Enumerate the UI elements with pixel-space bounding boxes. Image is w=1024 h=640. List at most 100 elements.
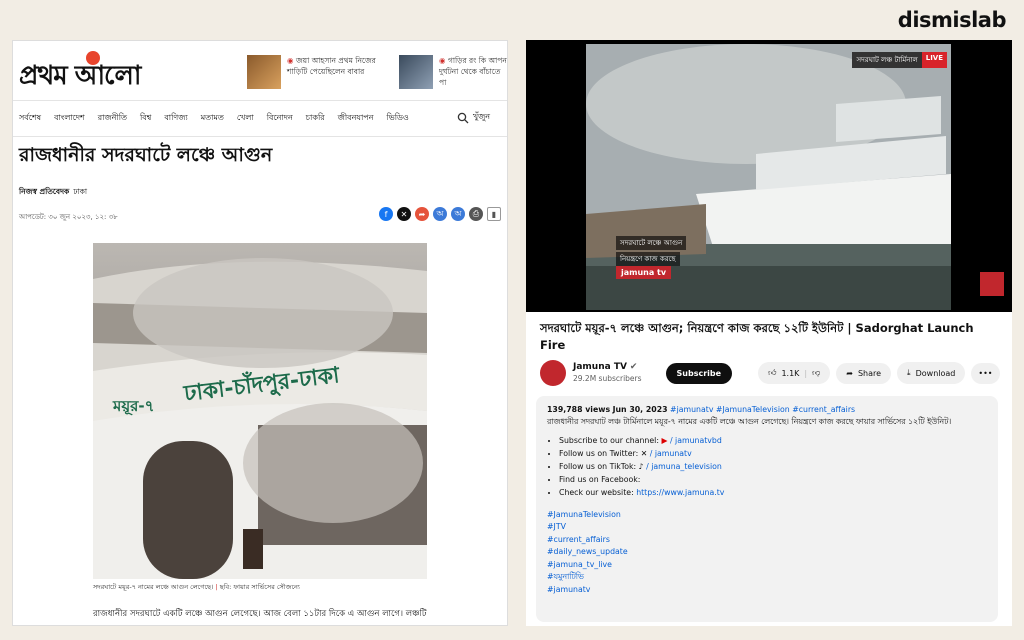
download-label: Download <box>915 368 956 378</box>
channel-avatar[interactable] <box>540 360 566 386</box>
font-size-small-icon[interactable]: অ <box>451 207 465 221</box>
more-actions-button[interactable]: ••• <box>971 362 1000 384</box>
youtube-icon: ▶ <box>661 436 668 445</box>
link-value[interactable]: / jamunatv <box>650 449 692 458</box>
nav-item[interactable]: খেলা <box>237 112 254 125</box>
nav-item[interactable]: ভিডিও <box>386 112 408 125</box>
lower-third: সদরঘাটে লঞ্চে আগুন নিয়ন্ত্রণে কাজ করছে <box>616 236 687 268</box>
list-item: Follow us on TikTok: ♪ / jamuna_televisi… <box>559 461 987 473</box>
search-label: খুঁজুন <box>472 112 490 121</box>
link-value[interactable]: / jamuna_television <box>646 462 722 471</box>
description-text: রাজধানীর সদরঘাট লঞ্চ টার্মিনালে ময়ূর-৭ … <box>547 416 952 426</box>
share-label: Share <box>857 368 882 378</box>
upload-date: Jun 30, 2023 <box>612 405 668 414</box>
site-header: প্রথম আলো ◉ জয়া আহসান প্রথম নিজের শাড়ি… <box>13 41 507 101</box>
teaser-thumbnail <box>399 55 433 89</box>
list-item: Find us on Facebook: <box>559 474 987 486</box>
link-label: Follow us on TikTok: <box>559 462 637 471</box>
video-frame[interactable]: সদরঘাট লঞ্চ টার্মিনাল LIVE সদরঘাটে লঞ্চে… <box>586 44 951 310</box>
subscriber-count: 29.2M subscribers <box>573 374 642 383</box>
caption-credit: ছবি: ফায়ার সার্ভিসের সৌজন্যে <box>219 583 300 591</box>
link-value[interactable]: / jamunatvbd <box>670 436 722 445</box>
verified-icon: ✔ <box>629 362 638 372</box>
article-photo: ময়ূর-৭ ঢাকা-চাঁদপুর-ঢাকা <box>93 243 427 579</box>
launch-name-text: ময়ূর-৭ <box>112 397 154 417</box>
x-icon: ✕ <box>640 449 648 458</box>
subscribe-button[interactable]: Subscribe <box>665 362 733 384</box>
caption-text: সদরঘাটে ময়ূর-৭ নামের লঞ্চে আগুন লেগেছে। <box>93 583 214 591</box>
nav-item[interactable]: রাজনীতি <box>98 112 127 125</box>
nav-item[interactable]: জীবনযাপন <box>338 112 374 125</box>
jamuna-tv-logo: jamuna tv <box>616 266 672 279</box>
thumbs-up-icon: 👍︎ <box>768 368 777 377</box>
teaser-text: গাড়ির রং কি আপন দুর্ঘটনা থেকে বাঁচাতে প… <box>439 56 507 87</box>
facebook-share-icon[interactable]: f <box>379 207 393 221</box>
channel-name[interactable]: Jamuna TV <box>573 362 627 372</box>
youtube-video-page: সদরঘাট লঞ্চ টার্মিনাল LIVE সদরঘাটে লঞ্চে… <box>526 40 1012 626</box>
video-title: সদরঘাটে ময়ূর-৭ লঞ্চে আগুন; নিয়ন্ত্রণে … <box>540 321 974 352</box>
channel-info: Jamuna TV ✔ 29.2M subscribers <box>573 361 642 385</box>
channel-row: Jamuna TV ✔ 29.2M subscribers Subscribe … <box>540 360 1000 386</box>
prothom-alo-article: প্রথম আলো ◉ জয়া আহসান প্রথম নিজের শাড়ি… <box>12 40 508 626</box>
font-size-icon[interactable]: অ <box>433 207 447 221</box>
teaser-text: জয়া আহসান প্রথম নিজের শাড়িটি পেয়েছিলে… <box>287 56 376 76</box>
main-nav: সর্বশেষ বাংলাদেশ রাজনীতি বিশ্ব বাণিজ্য ম… <box>13 101 507 137</box>
download-button[interactable]: ⤓ Download <box>897 362 966 384</box>
dateline: আপডেট: ৩০ জুন ২০২৩, ১২: ৩৮ f ✕ ➦ অ অ ⎙ ▮ <box>13 199 507 227</box>
tiktok-icon: ♪ <box>638 462 644 471</box>
share-bar: f ✕ ➦ অ অ ⎙ ▮ <box>379 207 501 221</box>
video-description[interactable]: 139,788 views Jun 30, 2023 #jamunatv #Ja… <box>536 396 998 622</box>
hashtag-link[interactable]: #jamuna_tv_live <box>547 559 987 572</box>
author[interactable]: নিজস্ব প্রতিবেদক <box>19 187 69 199</box>
list-item: Check our website: https://www.jamuna.tv <box>559 487 987 499</box>
like-divider: | <box>804 368 808 378</box>
hashtag-link[interactable]: #JamunaTelevision <box>547 509 987 522</box>
share-icon[interactable]: ➦ <box>415 207 429 221</box>
nav-item[interactable]: বাণিজ্য <box>164 112 187 125</box>
like-button[interactable]: 👍︎ 1.1K | 👎︎ <box>758 362 831 384</box>
view-count: 139,788 views <box>547 405 611 414</box>
hashtag-link[interactable]: #jamunatv <box>547 584 987 597</box>
lower-third-line: সদরঘাটে লঞ্চে আগুন <box>616 236 687 250</box>
link-label: Subscribe to our channel: <box>559 436 659 445</box>
live-label: LIVE <box>921 52 947 68</box>
byline: নিজস্ব প্রতিবেদক ঢাকা <box>13 167 507 199</box>
description-links: Subscribe to our channel: ▶ / jamunatvbd… <box>559 435 987 499</box>
more-icon: ••• <box>978 368 993 378</box>
site-logo[interactable]: প্রথম আলো <box>19 55 141 99</box>
link-value[interactable]: https://www.jamuna.tv <box>636 488 724 497</box>
photo-caption: সদরঘাটে ময়ূর-৭ নামের লঞ্চে আগুন লেগেছে।… <box>93 582 427 593</box>
publish-date: আপডেট: ৩০ জুন ২০২৩, ১২: ৩৮ <box>19 213 118 221</box>
nav-item[interactable]: মতামত <box>201 112 224 125</box>
article-body: রাজধানীর সদরঘাটে একটি লঞ্চে আগুন লেগেছে।… <box>93 609 427 619</box>
video-player[interactable]: সদরঘাট লঞ্চ টার্মিনাল LIVE সদরঘাটে লঞ্চে… <box>526 40 1012 312</box>
print-icon[interactable]: ⎙ <box>469 207 483 221</box>
live-badge: সদরঘাট লঞ্চ টার্মিনাল LIVE <box>852 52 947 68</box>
header-teaser-2[interactable]: ◉ গাড়ির রং কি আপন দুর্ঘটনা থেকে বাঁচাতে… <box>399 55 507 89</box>
hashtag-link[interactable]: #current_affairs <box>547 534 987 547</box>
search-button[interactable]: খুঁজুন <box>457 111 503 124</box>
hashtag-link[interactable]: #JTV <box>547 521 987 534</box>
nav-item[interactable]: বিশ্ব <box>140 112 151 125</box>
nav-item[interactable]: বিনোদন <box>267 112 293 125</box>
nav-item[interactable]: বাংলাদেশ <box>54 112 85 125</box>
hashtag-link[interactable]: #যমুনাটিভি <box>547 571 987 584</box>
top-hashtags[interactable]: #jamunatv #JamunaTelevision #current_aff… <box>670 405 855 414</box>
share-button[interactable]: ➦ Share <box>836 362 892 384</box>
thumbs-down-icon[interactable]: 👎︎ <box>812 368 820 378</box>
teaser-thumbnail <box>247 55 281 89</box>
header-teaser-1[interactable]: ◉ জয়া আহসান প্রথম নিজের শাড়িটি পেয়েছি… <box>247 55 387 89</box>
download-icon: ⤓ <box>907 368 911 377</box>
author-location: ঢাকা <box>73 187 88 196</box>
channel-watermark-icon <box>980 272 1004 296</box>
hashtag-link[interactable]: #daily_news_update <box>547 546 987 559</box>
x-share-icon[interactable]: ✕ <box>397 207 411 221</box>
list-item: Subscribe to our channel: ▶ / jamunatvbd <box>559 435 987 447</box>
bookmark-icon[interactable]: ▮ <box>487 207 501 221</box>
link-label: Find us on Facebook: <box>559 475 641 484</box>
article-headline: রাজধানীর সদরঘাটে লঞ্চে আগুন <box>19 144 273 166</box>
hashtag-list: #JamunaTelevision #JTV #current_affairs … <box>547 509 987 597</box>
nav-item[interactable]: সর্বশেষ <box>19 112 41 125</box>
search-icon <box>457 112 469 123</box>
nav-item[interactable]: চাকরি <box>306 112 325 125</box>
